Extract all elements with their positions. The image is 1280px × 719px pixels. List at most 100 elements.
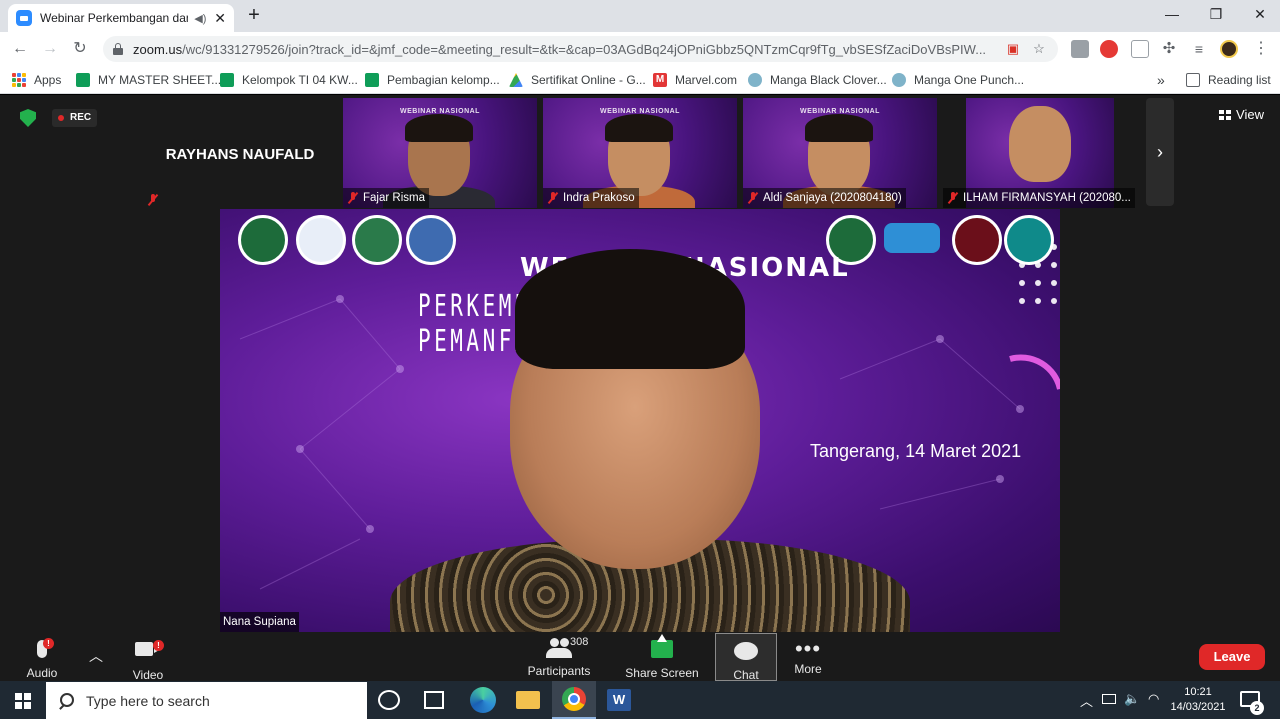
edge-icon[interactable] (470, 687, 496, 713)
partner-brand-logo-icon (884, 223, 940, 253)
cortana-icon[interactable] (378, 690, 400, 710)
manga-icon (748, 73, 762, 87)
bookmark-label: Sertifikat Online - G... (531, 73, 646, 87)
word-icon[interactable]: W (607, 689, 631, 711)
bookmark-black-clover[interactable]: Manga Black Clover... (748, 71, 887, 89)
chrome-taskbar-button[interactable] (552, 681, 596, 719)
volume-icon[interactable]: 🔈 (1124, 691, 1140, 707)
url-text[interactable]: zoom.us/wc/91331279526/join?track_id=&jm… (133, 42, 996, 57)
participant-count: 308 (570, 636, 589, 648)
bookmark-label: Pembagian kelomp... (387, 73, 500, 87)
bookmark-pembagian[interactable]: Pembagian kelomp... (365, 71, 500, 89)
file-explorer-icon[interactable] (516, 691, 540, 709)
notification-count-badge: 2 (1250, 701, 1264, 715)
search-icon (58, 692, 74, 709)
close-window-button[interactable]: ✕ (1240, 2, 1280, 26)
active-speaker-video[interactable]: WEBINAR NASIONAL PERKEMBANGAN DAN PEMANF… (220, 209, 1060, 632)
video-button[interactable]: ! Video (128, 636, 168, 682)
show-hidden-icons-chevron[interactable]: ︿ (1080, 691, 1093, 710)
back-button[interactable]: ← (8, 37, 32, 61)
audio-button[interactable]: ! Audio (22, 636, 62, 680)
leave-button[interactable]: Leave (1199, 644, 1265, 670)
extension-heart-icon[interactable] (1100, 40, 1118, 58)
chat-bubble-icon (734, 642, 758, 660)
chrome-menu-icon[interactable]: ⋮ (1252, 40, 1270, 58)
muted-mic-icon (947, 192, 959, 204)
search-placeholder: Type here to search (86, 692, 210, 709)
blocked-popup-icon[interactable]: ▣ (1004, 41, 1022, 57)
participant-tile-aldi[interactable]: WEBINAR NASIONAL Aldi Sanjaya (202080418… (743, 98, 937, 208)
bookmark-master-sheet[interactable]: MY MASTER SHEET... (76, 71, 221, 89)
puzzle-extensions-icon[interactable]: ✣ (1160, 40, 1178, 58)
bookmark-label: Kelompok TI 04 KW... (242, 73, 358, 87)
audio-options-chevron-icon[interactable]: ︿ (89, 646, 103, 666)
participants-button[interactable]: 308 Participants (524, 636, 594, 678)
lock-icon[interactable] (113, 43, 123, 55)
participant-name: ILHAM FIRMANSYAH (202080... (963, 192, 1131, 204)
bookmark-sertifikat[interactable]: Sertifikat Online - G... (509, 71, 646, 89)
more-button[interactable]: ••• More (788, 636, 828, 676)
chat-button[interactable]: Chat (715, 633, 777, 682)
participant-name: Indra Prakoso (563, 192, 635, 204)
apps-grid-icon (12, 73, 26, 87)
manga-icon (892, 73, 906, 87)
bookmark-apps[interactable]: Apps (12, 71, 61, 89)
minimize-button[interactable]: — (1152, 2, 1192, 26)
recording-indicator[interactable]: REC (52, 109, 98, 127)
close-tab-icon[interactable]: ✕ (214, 10, 226, 27)
reading-list-icon (1186, 73, 1200, 87)
community-logo-icon (1004, 215, 1054, 265)
profile-avatar-icon[interactable] (1220, 40, 1238, 58)
camera-icon (135, 642, 161, 656)
participant-tile-rayhans[interactable]: RAYHANS NAUFALD (143, 98, 337, 208)
bookmark-kelompok[interactable]: Kelompok TI 04 KW... (220, 71, 358, 89)
bookmark-one-punch[interactable]: Manga One Punch... (892, 71, 1024, 89)
participant-name-tag: Indra Prakoso (543, 188, 639, 208)
participant-name: Fajar Risma (363, 192, 425, 204)
media-control-icon[interactable]: ≡ (1190, 40, 1208, 58)
university-logo-icon (238, 215, 288, 265)
task-view-icon[interactable] (424, 691, 444, 709)
address-bar[interactable]: zoom.us/wc/91331279526/join?track_id=&jm… (103, 36, 1058, 62)
extension-screenshot-icon[interactable] (1131, 40, 1149, 58)
bookmark-star-icon[interactable]: ☆ (1030, 41, 1048, 57)
bookmark-label: Manga One Punch... (914, 73, 1025, 87)
new-tab-button[interactable]: + (244, 4, 264, 28)
speaker-icon[interactable]: ◀) (194, 12, 208, 25)
screen: Webinar Perkembangan dan ◀) ✕ + — ❐ ✕ ← … (0, 0, 1280, 719)
forward-button[interactable]: → (38, 37, 62, 61)
slide-date: Tangerang, 14 Maret 2021 (810, 441, 1022, 461)
share-screen-label: Share Screen (625, 666, 699, 680)
view-button[interactable]: View (1219, 107, 1264, 122)
next-page-button[interactable]: › (1146, 98, 1174, 206)
participant-name: RAYHANS NAUFALD (165, 146, 315, 163)
windows-taskbar: Type here to search W ︿ 🔈 ◠ 10:21 14/03/… (0, 681, 1280, 719)
sheets-icon (220, 73, 234, 87)
bookmark-label: Apps (34, 73, 62, 87)
browser-toolbar: ← → ↻ zoom.us/wc/91331279526/join?track_… (0, 32, 1280, 66)
battery-icon[interactable] (1102, 694, 1116, 704)
more-bookmarks-button[interactable]: » (1157, 71, 1165, 89)
share-screen-button[interactable]: Share Screen (624, 634, 700, 680)
maximize-button[interactable]: ❐ (1196, 2, 1236, 26)
participant-hair (405, 114, 473, 142)
clock-date: 14/03/2021 (1170, 701, 1226, 713)
reload-button[interactable]: ↻ (68, 37, 92, 61)
taskbar-clock[interactable]: 10:21 14/03/2021 (1168, 685, 1228, 715)
reading-list-button[interactable]: Reading list (1186, 71, 1271, 89)
bookmark-marvel[interactable]: M Marvel.com (653, 71, 737, 89)
muted-mic-icon (747, 192, 759, 204)
participant-hair (605, 114, 673, 142)
extension-icon[interactable] (1071, 40, 1089, 58)
chat-label: Chat (733, 668, 759, 682)
wifi-icon[interactable]: ◠ (1148, 691, 1159, 707)
windows-start-icon[interactable] (15, 693, 31, 709)
taskbar-search-box[interactable]: Type here to search (46, 682, 367, 719)
browser-tab[interactable]: Webinar Perkembangan dan ◀) ✕ (8, 4, 234, 32)
participant-tile-fajar[interactable]: WEBINAR NASIONAL Fajar Risma (343, 98, 537, 208)
participant-tile-ilham[interactable]: ILHAM FIRMANSYAH (202080... (943, 98, 1137, 208)
chrome-icon (562, 687, 586, 711)
participant-tile-indra[interactable]: WEBINAR NASIONAL Indra Prakoso (543, 98, 737, 208)
encryption-shield-icon[interactable] (20, 109, 36, 127)
view-label: View (1236, 107, 1264, 122)
